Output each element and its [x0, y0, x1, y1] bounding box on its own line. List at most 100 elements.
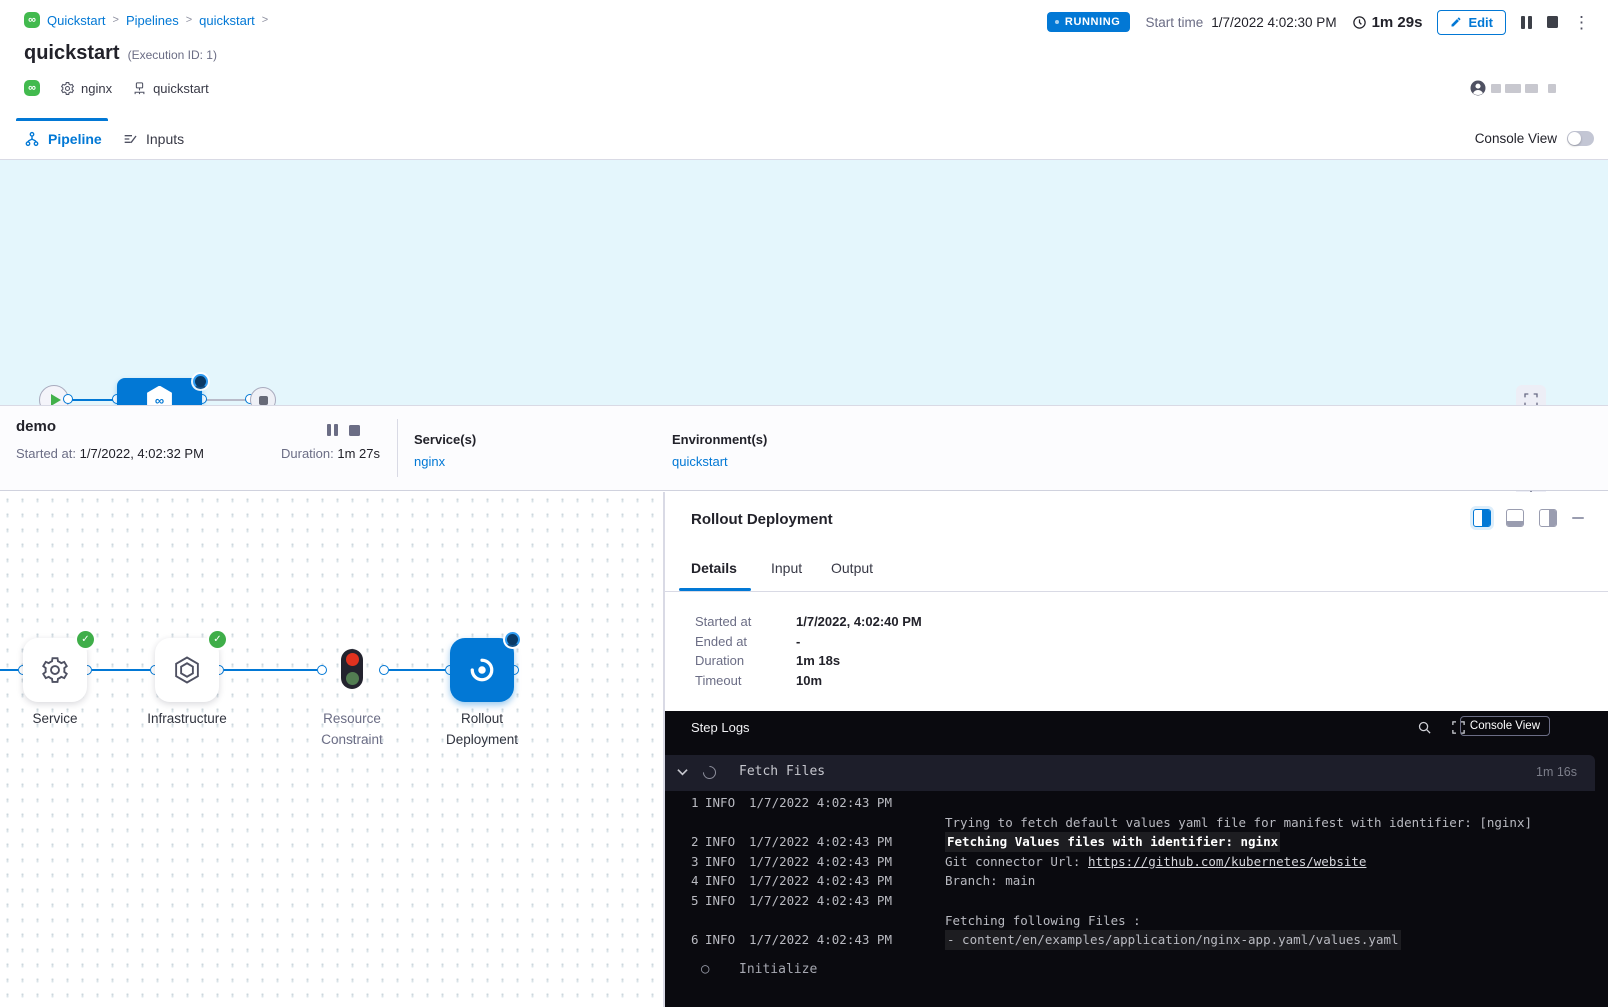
service-link[interactable]: nginx	[414, 454, 445, 469]
log-line-number: 5	[691, 891, 705, 911]
log-level: INFO	[705, 891, 749, 911]
running-spinner-badge	[193, 374, 208, 389]
tab-details[interactable]: Details	[691, 560, 737, 576]
log-message: Branch: main	[945, 871, 1592, 891]
log-message: Fetching Values files with identifier: n…	[945, 832, 1280, 852]
inputs-icon	[122, 131, 138, 147]
step-logs-console: Step Logs Console View Fetch Files 1m 16…	[665, 711, 1608, 1007]
cd-module-icon: ∞	[24, 12, 40, 28]
divider	[397, 419, 398, 477]
console-view-label: Console View	[1475, 131, 1557, 146]
log-section-fetch-files[interactable]: Fetch Files 1m 16s	[665, 755, 1595, 791]
stage-started: Started at: 1/7/2022, 4:02:32 PM	[16, 446, 204, 461]
detail-value: 1/7/2022, 4:02:40 PM	[796, 612, 922, 632]
log-line-number: 1	[691, 793, 705, 813]
redacted-text	[1525, 84, 1538, 93]
detail-value: -	[796, 632, 800, 652]
stage-info-bar: demo Started at: 1/7/2022, 4:02:32 PM Du…	[0, 405, 1608, 491]
pencil-icon	[1450, 16, 1462, 28]
step-panel-title: Rollout Deployment	[691, 511, 833, 528]
log-timestamp: 1/7/2022 4:02:43 PM	[749, 891, 945, 911]
elapsed-time: 1m 29s	[1352, 14, 1423, 31]
layout-bottom-icon[interactable]	[1506, 509, 1524, 527]
detail-label: Ended at	[695, 632, 796, 652]
log-message: Fetching following Files :	[945, 911, 1592, 931]
service-tag: nginx	[60, 81, 112, 96]
layout-split-icon[interactable]	[1473, 509, 1491, 527]
tab-input[interactable]: Input	[771, 560, 802, 576]
log-line-number: 2	[691, 832, 705, 852]
log-timestamp: 1/7/2022 4:02:43 PM	[749, 930, 945, 950]
pause-stage-button[interactable]	[327, 424, 338, 436]
node-service[interactable]: ✓	[23, 638, 87, 702]
services-label: Service(s)	[414, 432, 476, 447]
detail-label: Duration	[695, 651, 796, 671]
detail-value: 10m	[796, 671, 822, 691]
panel-layout-controls	[1473, 509, 1584, 527]
stage-canvas[interactable]: ∞ demo + −	[0, 160, 1608, 405]
edit-button[interactable]: Edit	[1437, 10, 1506, 35]
node-rollout-deployment[interactable]	[450, 638, 514, 702]
tab-pipeline[interactable]: Pipeline	[24, 118, 102, 159]
log-line: 4 INFO 1/7/2022 4:02:43 PM Branch: main	[691, 871, 1592, 891]
breadcrumb-link-pipeline[interactable]: quickstart	[199, 13, 255, 28]
log-line: Fetching following Files :	[691, 911, 1592, 931]
pause-pipeline-button[interactable]	[1521, 16, 1532, 29]
gear-icon	[60, 81, 75, 96]
hexagon-icon	[172, 655, 202, 685]
chevron-down-icon	[677, 768, 688, 776]
breadcrumb-separator: >	[186, 14, 192, 26]
tab-output[interactable]: Output	[831, 560, 873, 576]
environment-link[interactable]: quickstart	[672, 454, 728, 469]
edge-line	[389, 669, 445, 671]
loading-spinner-icon	[700, 763, 718, 781]
detail-row: Timeout 10m	[695, 671, 922, 691]
connector-dot	[317, 665, 327, 675]
edge-line	[0, 669, 18, 671]
page-title: quickstart	[24, 42, 120, 65]
log-line: 1 INFO 1/7/2022 4:02:43 PM	[691, 793, 1592, 813]
node-resource-constraint[interactable]	[341, 649, 363, 689]
log-link[interactable]: https://github.com/kubernetes/website	[1088, 854, 1366, 869]
tab-inputs[interactable]: Inputs	[122, 118, 184, 159]
tags-row: ∞ nginx quickstart	[24, 80, 209, 96]
stop-stage-button[interactable]	[349, 425, 360, 436]
section-duration: 1m 16s	[1536, 765, 1577, 779]
minimize-panel-button[interactable]	[1572, 517, 1584, 520]
connector-dot	[63, 394, 73, 404]
success-check-badge: ✓	[77, 631, 94, 648]
node-infrastructure[interactable]: ✓	[155, 638, 219, 702]
detail-label: Started at	[695, 612, 796, 632]
end-square-icon	[259, 396, 268, 405]
pending-circle-icon: ○	[701, 962, 709, 976]
start-time-label: Start time	[1145, 15, 1203, 30]
view-tab-bar: Pipeline Inputs Console View	[0, 118, 1608, 160]
abort-pipeline-button[interactable]	[1547, 16, 1559, 28]
log-line-number: 4	[691, 871, 705, 891]
execution-canvas[interactable]: ✓ Service ✓ Infrastructure Resource Cons…	[0, 492, 664, 1007]
detail-value: 1m 18s	[796, 651, 840, 671]
stop-icon	[1547, 16, 1559, 28]
log-timestamp: 1/7/2022 4:02:43 PM	[749, 871, 945, 891]
console-view-button[interactable]: Console View	[1460, 716, 1550, 736]
step-logs-header: Step Logs Console View	[665, 711, 1608, 745]
breadcrumb-link-project[interactable]: Quickstart	[47, 13, 106, 28]
user-info	[1469, 79, 1556, 97]
detail-row: Started at 1/7/2022, 4:02:40 PM	[695, 612, 922, 632]
stage-duration: Duration: 1m 27s	[281, 446, 380, 461]
console-view-toggle[interactable]	[1567, 131, 1594, 146]
log-timestamp: 1/7/2022 4:02:43 PM	[749, 852, 945, 872]
pipeline-icon	[24, 131, 40, 147]
layout-right-icon[interactable]	[1539, 509, 1557, 527]
log-section-initialize[interactable]: ○ Initialize	[665, 954, 1595, 988]
status-dot-icon	[1055, 20, 1059, 24]
breadcrumb-link-pipelines[interactable]: Pipelines	[126, 13, 179, 28]
section-name: Initialize	[739, 962, 817, 977]
log-level: INFO	[705, 930, 749, 950]
more-options-button[interactable]: ⋮	[1573, 14, 1590, 31]
search-icon[interactable]	[1417, 720, 1432, 735]
log-message	[945, 891, 1592, 911]
detail-row: Ended at -	[695, 632, 922, 652]
node-label-infrastructure: Infrastructure	[132, 709, 242, 730]
kebab-icon: ⋮	[1573, 14, 1590, 31]
